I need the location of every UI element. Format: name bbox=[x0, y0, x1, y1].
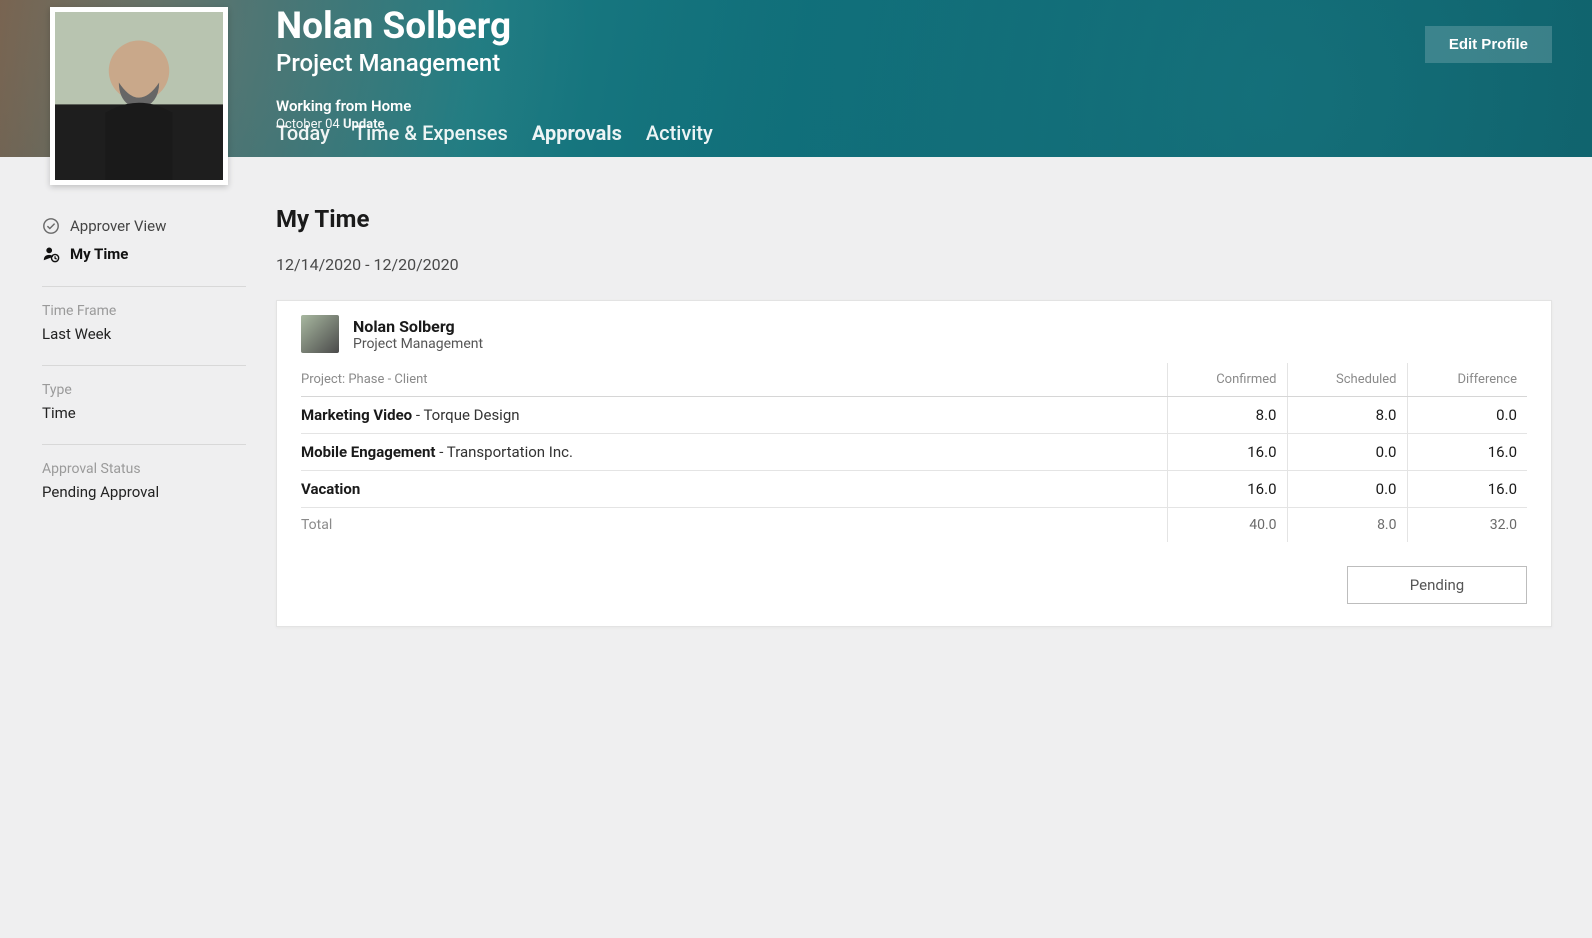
total-scheduled: 8.0 bbox=[1287, 508, 1407, 543]
timesheet-card: Nolan Solberg Project Management Project… bbox=[276, 300, 1552, 627]
cell-difference: 16.0 bbox=[1407, 471, 1527, 508]
filter-type[interactable]: Type Time bbox=[42, 365, 246, 444]
sidebar-view-my-time[interactable]: My Time bbox=[42, 240, 246, 268]
profile-tabs: Today Time & Expenses Approvals Activity bbox=[276, 121, 713, 153]
tab-time-expenses[interactable]: Time & Expenses bbox=[354, 121, 508, 153]
person-clock-icon bbox=[42, 245, 60, 263]
col-project: Project: Phase - Client bbox=[301, 363, 1167, 397]
total-label: Total bbox=[301, 508, 1167, 543]
filter-value: Time bbox=[42, 402, 246, 426]
tab-activity[interactable]: Activity bbox=[646, 121, 713, 153]
cell-scheduled: 8.0 bbox=[1287, 397, 1407, 434]
cell-confirmed: 16.0 bbox=[1167, 471, 1287, 508]
mini-avatar bbox=[301, 315, 339, 353]
cell-scheduled: 0.0 bbox=[1287, 434, 1407, 471]
cell-difference: 16.0 bbox=[1407, 434, 1527, 471]
sidebar: Approver View My Time Time Frame Last We… bbox=[0, 157, 276, 667]
filter-value: Pending Approval bbox=[42, 481, 246, 505]
col-scheduled: Scheduled bbox=[1287, 363, 1407, 397]
user-name: Nolan Solberg bbox=[276, 8, 1552, 47]
card-user-name: Nolan Solberg bbox=[353, 317, 483, 336]
cell-project: Vacation bbox=[301, 471, 1167, 508]
table-header-row: Project: Phase - Client Confirmed Schedu… bbox=[301, 363, 1527, 397]
cell-confirmed: 16.0 bbox=[1167, 434, 1287, 471]
sidebar-view-approver[interactable]: Approver View bbox=[42, 212, 246, 240]
time-table: Project: Phase - Client Confirmed Schedu… bbox=[301, 363, 1527, 542]
header-content: Nolan Solberg Project Management Working… bbox=[276, 8, 1552, 132]
edit-profile-button[interactable]: Edit Profile bbox=[1425, 26, 1552, 63]
sidebar-view-label: My Time bbox=[70, 245, 128, 263]
tab-approvals[interactable]: Approvals bbox=[532, 121, 622, 153]
col-confirmed: Confirmed bbox=[1167, 363, 1287, 397]
total-confirmed: 40.0 bbox=[1167, 508, 1287, 543]
tab-today[interactable]: Today bbox=[276, 121, 330, 153]
page-title: My Time bbox=[276, 205, 1552, 233]
avatar-placeholder-icon bbox=[55, 12, 223, 180]
avatar[interactable] bbox=[55, 12, 223, 180]
filter-label: Approval Status bbox=[42, 457, 246, 481]
status-line: Working from Home bbox=[276, 97, 1552, 115]
table-total-row: Total 40.0 8.0 32.0 bbox=[301, 508, 1527, 543]
col-difference: Difference bbox=[1407, 363, 1527, 397]
date-range: 12/14/2020 - 12/20/2020 bbox=[276, 255, 1552, 274]
cell-project: Marketing Video - Torque Design bbox=[301, 397, 1167, 434]
filter-approval-status[interactable]: Approval Status Pending Approval bbox=[42, 444, 246, 523]
filter-time-frame[interactable]: Time Frame Last Week bbox=[42, 286, 246, 365]
pending-status-button[interactable]: Pending bbox=[1347, 566, 1527, 604]
card-user-role: Project Management bbox=[353, 336, 483, 352]
sidebar-view-label: Approver View bbox=[70, 217, 166, 235]
avatar-frame bbox=[50, 7, 228, 185]
filter-label: Time Frame bbox=[42, 299, 246, 323]
table-row[interactable]: Mobile Engagement - Transportation Inc.1… bbox=[301, 434, 1527, 471]
profile-header: Nolan Solberg Project Management Working… bbox=[0, 0, 1592, 157]
cell-project: Mobile Engagement - Transportation Inc. bbox=[301, 434, 1167, 471]
cell-scheduled: 0.0 bbox=[1287, 471, 1407, 508]
check-circle-icon bbox=[42, 217, 60, 235]
cell-difference: 0.0 bbox=[1407, 397, 1527, 434]
card-header: Nolan Solberg Project Management bbox=[301, 315, 1527, 353]
pending-row: Pending bbox=[301, 566, 1527, 604]
table-row[interactable]: Vacation16.00.016.0 bbox=[301, 471, 1527, 508]
filter-label: Type bbox=[42, 378, 246, 402]
main-content: My Time 12/14/2020 - 12/20/2020 Nolan So… bbox=[276, 157, 1592, 667]
total-difference: 32.0 bbox=[1407, 508, 1527, 543]
user-role: Project Management bbox=[276, 49, 1552, 77]
table-row[interactable]: Marketing Video - Torque Design8.08.00.0 bbox=[301, 397, 1527, 434]
cell-confirmed: 8.0 bbox=[1167, 397, 1287, 434]
filter-value: Last Week bbox=[42, 323, 246, 347]
